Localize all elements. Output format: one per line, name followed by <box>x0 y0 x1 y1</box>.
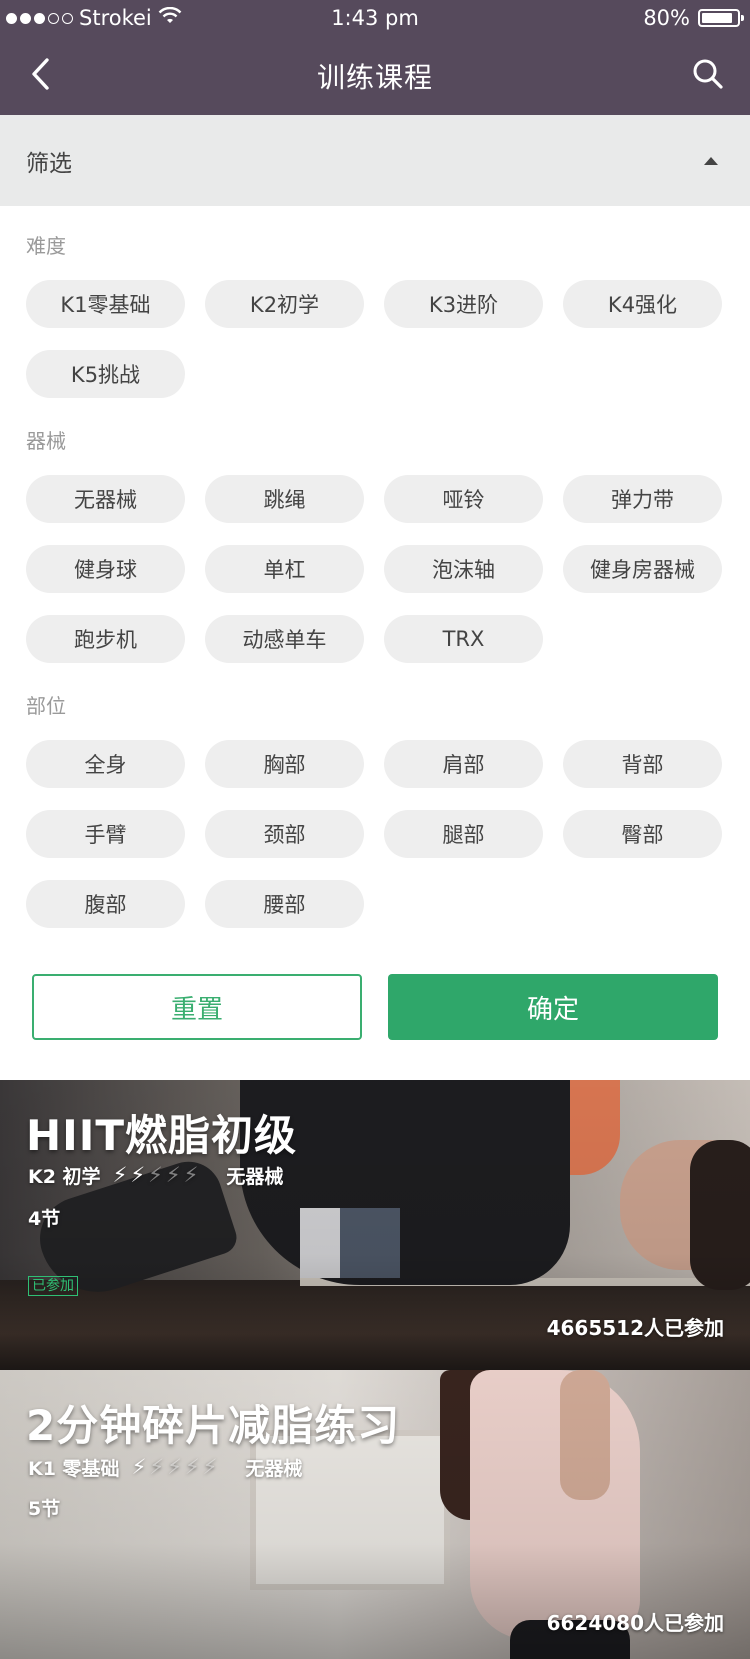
filter-toggle[interactable]: 筛选 <box>0 115 750 206</box>
filter-option-chip[interactable]: K2初学 <box>205 280 364 328</box>
filter-option-chip[interactable]: 颈部 <box>205 810 364 858</box>
filter-option-chip[interactable]: 肩部 <box>384 740 543 788</box>
filter-option-chip[interactable]: 弹力带 <box>563 475 722 523</box>
participant-count: 6624080人已参加 <box>546 1611 724 1635</box>
clock: 1:43 pm <box>331 6 419 30</box>
intensity-bolt-icon-empty: ⚡︎ <box>183 1163 199 1187</box>
intensity-bolt-icon-empty: ⚡︎ <box>148 1163 163 1187</box>
filter-option-chip[interactable]: 跑步机 <box>26 615 185 663</box>
intensity-bolts: ⚡︎ ⚡︎ ⚡︎ ⚡︎ ⚡︎ <box>113 1165 199 1186</box>
course-equipment: 无器械 <box>245 1458 303 1480</box>
course-lessons: 5节 <box>28 1498 61 1520</box>
status-bar: Strokei 1:43 pm 80% <box>0 0 750 38</box>
intensity-bolt-icon-filled: ⚡︎ <box>112 1163 128 1187</box>
filter-option-chip[interactable]: 哑铃 <box>384 475 543 523</box>
reset-button[interactable]: 重置 <box>32 974 362 1040</box>
filter-option-chip[interactable]: 健身房器械 <box>563 545 722 593</box>
confirm-button[interactable]: 确定 <box>388 974 718 1040</box>
course-title: HIIT燃脂初级 <box>26 1111 298 1160</box>
filter-option-chip[interactable]: 单杠 <box>205 545 364 593</box>
intensity-bolt-icon-empty: ⚡︎ <box>202 1455 218 1479</box>
filter-option-chip[interactable]: 无器械 <box>26 475 185 523</box>
filter-option-chip[interactable]: TRX <box>384 615 543 663</box>
intensity-bolt-icon-empty: ⚡︎ <box>165 1163 181 1187</box>
filter-option-chip[interactable]: K4强化 <box>563 280 722 328</box>
course-lessons: 4节 <box>28 1208 61 1230</box>
course-level: K2 初学 <box>28 1166 101 1188</box>
filter-option-chip[interactable]: 腹部 <box>26 880 185 928</box>
filter-section-title: 难度 <box>26 234 66 258</box>
filter-section-title: 器械 <box>26 429 66 453</box>
search-button[interactable] <box>686 52 730 96</box>
filter-option-chip[interactable]: 腿部 <box>384 810 543 858</box>
status-right: 80% <box>643 6 744 30</box>
filter-option-chip[interactable]: K5挑战 <box>26 350 185 398</box>
participant-count: 4665512人已参加 <box>546 1316 724 1340</box>
filter-option-chip[interactable]: 动感单车 <box>205 615 364 663</box>
course-title: 2分钟碎片减脂练习 <box>26 1401 401 1450</box>
battery-percent: 80% <box>643 6 690 30</box>
filter-option-chip[interactable]: 胸部 <box>205 740 364 788</box>
filter-section-title: 部位 <box>26 694 66 718</box>
course-equipment: 无器械 <box>226 1166 284 1188</box>
filter-option-chip[interactable]: 跳绳 <box>205 475 364 523</box>
filter-label: 筛选 <box>26 150 72 177</box>
caret-up-icon <box>704 157 718 165</box>
filter-option-chip[interactable]: 背部 <box>563 740 722 788</box>
top-bar: Strokei 1:43 pm 80% 训练课程 <box>0 0 750 115</box>
filter-option-chip[interactable]: 全身 <box>26 740 185 788</box>
filter-option-chip[interactable]: 腰部 <box>205 880 364 928</box>
course-meta: K2 初学 ⚡︎ ⚡︎ ⚡︎ ⚡︎ ⚡︎ 无器械 <box>28 1162 283 1189</box>
intensity-bolt-icon-filled: ⚡︎ <box>130 1163 146 1187</box>
page-title: 训练课程 <box>316 61 433 94</box>
joined-badge: 已参加 <box>28 1276 78 1296</box>
filter-option-chip[interactable]: K3进阶 <box>384 280 543 328</box>
filter-option-chip[interactable]: 泡沫轴 <box>384 545 543 593</box>
intensity-bolt-icon-empty: ⚡︎ <box>149 1455 165 1479</box>
course-card[interactable]: 2分钟碎片减脂练习 K1 零基础 ⚡︎ ⚡︎ ⚡︎ ⚡︎ ⚡︎ 无器械 5节 66240… <box>0 1370 750 1659</box>
intensity-bolt-icon-empty: ⚡︎ <box>184 1455 200 1479</box>
search-icon <box>693 59 723 89</box>
nav-bar: 训练课程 <box>0 38 750 115</box>
intensity-bolt-icon-empty: ⚡︎ <box>167 1455 182 1479</box>
course-card[interactable]: HIIT燃脂初级 K2 初学 ⚡︎ ⚡︎ ⚡︎ ⚡︎ ⚡︎ 无器械 4节 已参加 466… <box>0 1080 750 1370</box>
course-level: K1 零基础 <box>28 1458 120 1480</box>
intensity-bolts: ⚡︎ ⚡︎ ⚡︎ ⚡︎ ⚡︎ <box>132 1457 218 1478</box>
filter-option-chip[interactable]: 手臂 <box>26 810 185 858</box>
intensity-bolt-icon-filled: ⚡︎ <box>131 1455 147 1479</box>
course-meta: K1 零基础 ⚡︎ ⚡︎ ⚡︎ ⚡︎ ⚡︎ 无器械 <box>28 1454 302 1481</box>
filter-option-chip[interactable]: K1零基础 <box>26 280 185 328</box>
filter-option-chip[interactable]: 健身球 <box>26 545 185 593</box>
filter-option-chip[interactable]: 臀部 <box>563 810 722 858</box>
battery-icon <box>698 9 744 27</box>
